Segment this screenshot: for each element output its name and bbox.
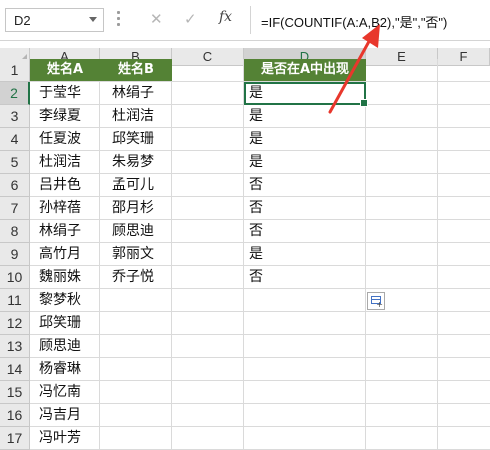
- cell-a7[interactable]: 孙梓蓓: [39, 197, 81, 220]
- cell-b3[interactable]: 杜润洁: [112, 105, 154, 128]
- row-header-5[interactable]: 5: [0, 151, 30, 174]
- red-arrow-icon: [328, 24, 380, 114]
- cell-b9[interactable]: 郭丽文: [112, 243, 154, 266]
- cell-d4[interactable]: 是: [249, 128, 263, 151]
- row-header-17[interactable]: 17: [0, 427, 30, 450]
- row-header-11[interactable]: 11: [0, 289, 30, 312]
- gridline: [437, 59, 438, 450]
- gridline: [243, 59, 244, 450]
- cell-b4[interactable]: 邱笑珊: [112, 128, 154, 151]
- cell-d3[interactable]: 是: [249, 105, 263, 128]
- row-header-4[interactable]: 4: [0, 128, 30, 151]
- cell-a4[interactable]: 任夏波: [39, 128, 81, 151]
- cell-a5[interactable]: 杜润洁: [39, 151, 81, 174]
- row-header-13[interactable]: 13: [0, 335, 30, 358]
- row-header-15[interactable]: 15: [0, 381, 30, 404]
- row-header-3[interactable]: 3: [0, 105, 30, 128]
- row-header-2[interactable]: 2: [0, 82, 30, 105]
- cell-a3[interactable]: 李绿夏: [39, 105, 81, 128]
- enter-icon[interactable]: ✓: [184, 10, 197, 28]
- cell-a14[interactable]: 杨睿琳: [39, 358, 81, 381]
- cell-d8[interactable]: 否: [249, 220, 263, 243]
- cell-a6[interactable]: 吕井色: [39, 174, 81, 197]
- cell-d5[interactable]: 是: [249, 151, 263, 174]
- formula-bar: D2 ✕ ✓ fx =IF(COUNTIF(A:A,B2),"是","否"): [0, 0, 490, 41]
- gridline: [99, 59, 100, 450]
- formula-bar-grip[interactable]: [117, 11, 120, 29]
- cell-d6[interactable]: 否: [249, 174, 263, 197]
- row-header-16[interactable]: 16: [0, 404, 30, 427]
- cell-a16[interactable]: 冯吉月: [39, 404, 81, 427]
- row-header-10[interactable]: 10: [0, 266, 30, 289]
- cell-b7[interactable]: 邵月杉: [112, 197, 154, 220]
- insert-function-button[interactable]: fx: [219, 9, 232, 25]
- cell-d10[interactable]: 否: [249, 266, 263, 289]
- cell-a9[interactable]: 高竹月: [39, 243, 81, 266]
- name-box-value: D2: [14, 13, 31, 28]
- row-header-9[interactable]: 9: [0, 243, 30, 266]
- cell-a8[interactable]: 林绢子: [39, 220, 81, 243]
- cell-a17[interactable]: 冯叶芳: [39, 427, 81, 450]
- cell-a1-header[interactable]: 姓名A: [30, 59, 100, 81]
- row-header-14[interactable]: 14: [0, 358, 30, 381]
- row-header-1[interactable]: 1: [0, 59, 30, 82]
- cell-b5[interactable]: 朱易梦: [112, 151, 154, 174]
- cell-a2[interactable]: 于莹华: [39, 82, 81, 105]
- autofill-options-button[interactable]: +: [367, 292, 385, 310]
- gridline: [171, 59, 172, 450]
- cell-a15[interactable]: 冯忆南: [39, 381, 81, 404]
- cell-a11[interactable]: 黎梦秋: [39, 289, 81, 312]
- cell-a12[interactable]: 邱笑珊: [39, 312, 81, 335]
- cell-d7[interactable]: 否: [249, 197, 263, 220]
- row-header-12[interactable]: 12: [0, 312, 30, 335]
- cell-b6[interactable]: 孟可儿: [112, 174, 154, 197]
- cell-d9[interactable]: 是: [249, 243, 263, 266]
- cell-b2[interactable]: 林绢子: [112, 82, 154, 105]
- cell-b8[interactable]: 顾思迪: [112, 220, 154, 243]
- row-header-7[interactable]: 7: [0, 197, 30, 220]
- name-box[interactable]: D2: [5, 8, 104, 32]
- cell-a10[interactable]: 魏丽姝: [39, 266, 81, 289]
- cell-b10[interactable]: 乔子悦: [112, 266, 154, 289]
- cell-b1-header[interactable]: 姓名B: [100, 59, 172, 81]
- row-header-8[interactable]: 8: [0, 220, 30, 243]
- cancel-icon[interactable]: ✕: [150, 10, 163, 28]
- cell-a13[interactable]: 顾思迪: [39, 335, 81, 358]
- row-header-6[interactable]: 6: [0, 174, 30, 197]
- chevron-down-icon[interactable]: [89, 17, 97, 22]
